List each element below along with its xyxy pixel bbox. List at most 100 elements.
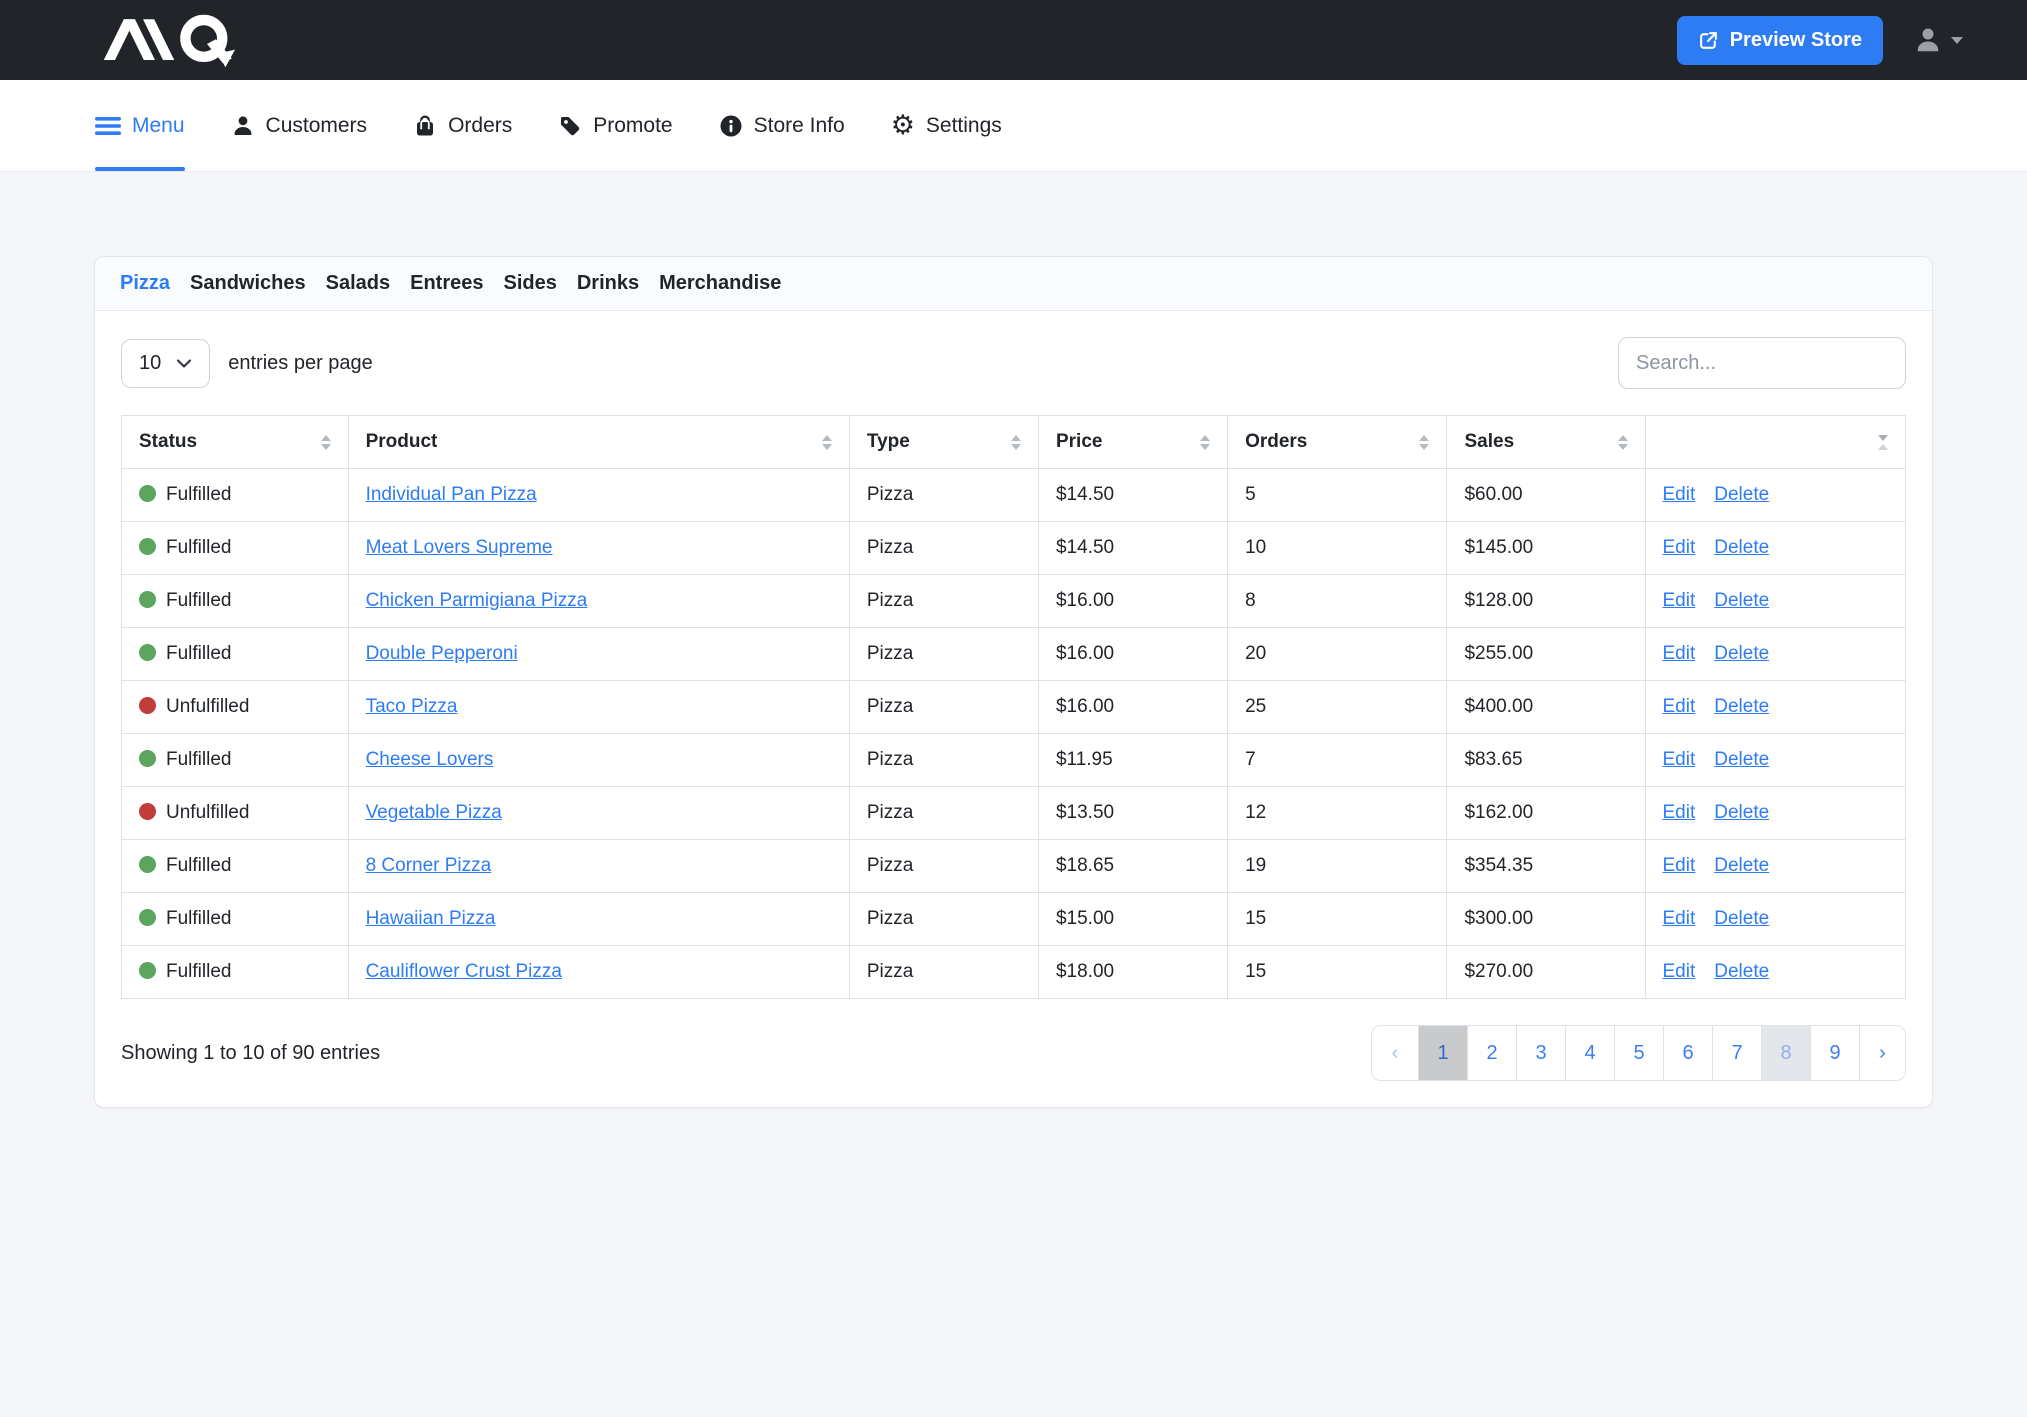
sort-icon (321, 435, 331, 450)
sales-cell: $128.00 (1447, 575, 1645, 628)
chevron-down-icon (1951, 37, 1963, 44)
pagination-page-5[interactable]: 5 (1614, 1026, 1663, 1080)
delete-link[interactable]: Delete (1714, 484, 1769, 505)
edit-link[interactable]: Edit (1663, 961, 1696, 982)
preview-store-button[interactable]: Preview Store (1677, 16, 1883, 65)
pagination-page-7[interactable]: 7 (1712, 1026, 1761, 1080)
pagination-page-4[interactable]: 4 (1565, 1026, 1614, 1080)
product-cell: 8 Corner Pizza (348, 840, 849, 893)
product-cell: Cheese Lovers (348, 734, 849, 787)
nav-item-promote[interactable]: Promote (558, 80, 672, 171)
product-link[interactable]: Individual Pan Pizza (366, 484, 537, 505)
nav-item-store-info[interactable]: Store Info (719, 80, 845, 171)
pagination-page-3[interactable]: 3 (1516, 1026, 1565, 1080)
type-cell: Pizza (849, 893, 1038, 946)
pagination-page-1[interactable]: 1 (1418, 1026, 1467, 1080)
product-link[interactable]: Chicken Parmigiana Pizza (366, 590, 588, 611)
status-label: Fulfilled (166, 484, 231, 505)
product-cell: Vegetable Pizza (348, 787, 849, 840)
product-link[interactable]: Vegetable Pizza (366, 802, 502, 823)
pagination-page-6[interactable]: 6 (1663, 1026, 1712, 1080)
delete-link[interactable]: Delete (1714, 961, 1769, 982)
nav-item-orders[interactable]: Orders (413, 80, 512, 171)
product-link[interactable]: Hawaiian Pizza (366, 908, 496, 929)
price-cell: $14.50 (1038, 469, 1227, 522)
column-header-price[interactable]: Price (1038, 416, 1227, 469)
sales-cell: $83.65 (1447, 734, 1645, 787)
edit-link[interactable]: Edit (1663, 749, 1696, 770)
sort-icon (822, 435, 832, 450)
edit-link[interactable]: Edit (1663, 643, 1696, 664)
product-link[interactable]: Cauliflower Crust Pizza (366, 961, 562, 982)
type-cell: Pizza (849, 946, 1038, 999)
product-link[interactable]: Double Pepperoni (366, 643, 518, 664)
orders-cell: 5 (1228, 469, 1447, 522)
tab-salads[interactable]: Salads (326, 272, 390, 295)
edit-link[interactable]: Edit (1663, 855, 1696, 876)
entries-per-page-select[interactable]: 10 (121, 339, 210, 388)
type-cell: Pizza (849, 522, 1038, 575)
sort-icon (1011, 435, 1021, 450)
product-link[interactable]: Meat Lovers Supreme (366, 537, 553, 558)
nav-label: Orders (448, 114, 512, 138)
delete-link[interactable]: Delete (1714, 537, 1769, 558)
entries-per-page-label: entries per page (228, 352, 373, 375)
nav-item-settings[interactable]: ⚙ Settings (891, 80, 1002, 171)
delete-link[interactable]: Delete (1714, 749, 1769, 770)
table-row: Fulfilled Hawaiian Pizza Pizza $15.00 15… (122, 893, 1906, 946)
edit-link[interactable]: Edit (1663, 908, 1696, 929)
pagination-page-2[interactable]: 2 (1467, 1026, 1516, 1080)
orders-cell: 7 (1228, 734, 1447, 787)
column-header-sales[interactable]: Sales (1447, 416, 1645, 469)
product-cell: Cauliflower Crust Pizza (348, 946, 849, 999)
edit-link[interactable]: Edit (1663, 696, 1696, 717)
category-tabs: Pizza Sandwiches Salads Entrees Sides Dr… (95, 257, 1932, 311)
edit-link[interactable]: Edit (1663, 590, 1696, 611)
search-input[interactable] (1618, 337, 1906, 389)
delete-link[interactable]: Delete (1714, 908, 1769, 929)
pagination-next[interactable]: › (1859, 1026, 1905, 1080)
tab-sandwiches[interactable]: Sandwiches (190, 272, 306, 295)
product-link[interactable]: 8 Corner Pizza (366, 855, 492, 876)
column-header-status[interactable]: Status (122, 416, 349, 469)
table-row: Fulfilled Cheese Lovers Pizza $11.95 7 $… (122, 734, 1906, 787)
product-link[interactable]: Taco Pizza (366, 696, 458, 717)
tab-pizza[interactable]: Pizza (120, 272, 170, 295)
price-cell: $11.95 (1038, 734, 1227, 787)
nav-item-customers[interactable]: Customers (231, 80, 368, 171)
nav-item-menu[interactable]: Menu (95, 80, 185, 171)
actions-cell: Edit Delete (1645, 522, 1906, 575)
delete-link[interactable]: Delete (1714, 855, 1769, 876)
pagination-page-9[interactable]: 9 (1810, 1026, 1859, 1080)
sales-cell: $300.00 (1447, 893, 1645, 946)
delete-link[interactable]: Delete (1714, 590, 1769, 611)
edit-link[interactable]: Edit (1663, 484, 1696, 505)
pagination-page-8[interactable]: 8 (1761, 1026, 1810, 1080)
product-link[interactable]: Cheese Lovers (366, 749, 494, 770)
status-dot (139, 644, 156, 661)
product-cell: Chicken Parmigiana Pizza (348, 575, 849, 628)
edit-link[interactable]: Edit (1663, 537, 1696, 558)
user-menu[interactable] (1913, 25, 1963, 55)
tab-merchandise[interactable]: Merchandise (659, 272, 781, 295)
tab-drinks[interactable]: Drinks (577, 272, 639, 295)
delete-link[interactable]: Delete (1714, 643, 1769, 664)
nav-label: Promote (593, 114, 672, 138)
column-header-product[interactable]: Product (348, 416, 849, 469)
tab-entrees[interactable]: Entrees (410, 272, 483, 295)
brand-logo-aq-icon (88, 12, 250, 68)
status-label: Fulfilled (166, 749, 231, 770)
table-row: Unfulfilled Taco Pizza Pizza $16.00 25 $… (122, 681, 1906, 734)
pagination-prev[interactable]: ‹ (1372, 1026, 1418, 1080)
column-header-orders[interactable]: Orders (1228, 416, 1447, 469)
nav-label: Store Info (754, 114, 845, 138)
person-icon (231, 114, 255, 138)
orders-cell: 12 (1228, 787, 1447, 840)
tab-sides[interactable]: Sides (504, 272, 557, 295)
delete-link[interactable]: Delete (1714, 802, 1769, 823)
column-header-actions[interactable] (1645, 416, 1906, 469)
status-cell: Fulfilled (122, 575, 349, 628)
edit-link[interactable]: Edit (1663, 802, 1696, 823)
delete-link[interactable]: Delete (1714, 696, 1769, 717)
column-header-type[interactable]: Type (849, 416, 1038, 469)
